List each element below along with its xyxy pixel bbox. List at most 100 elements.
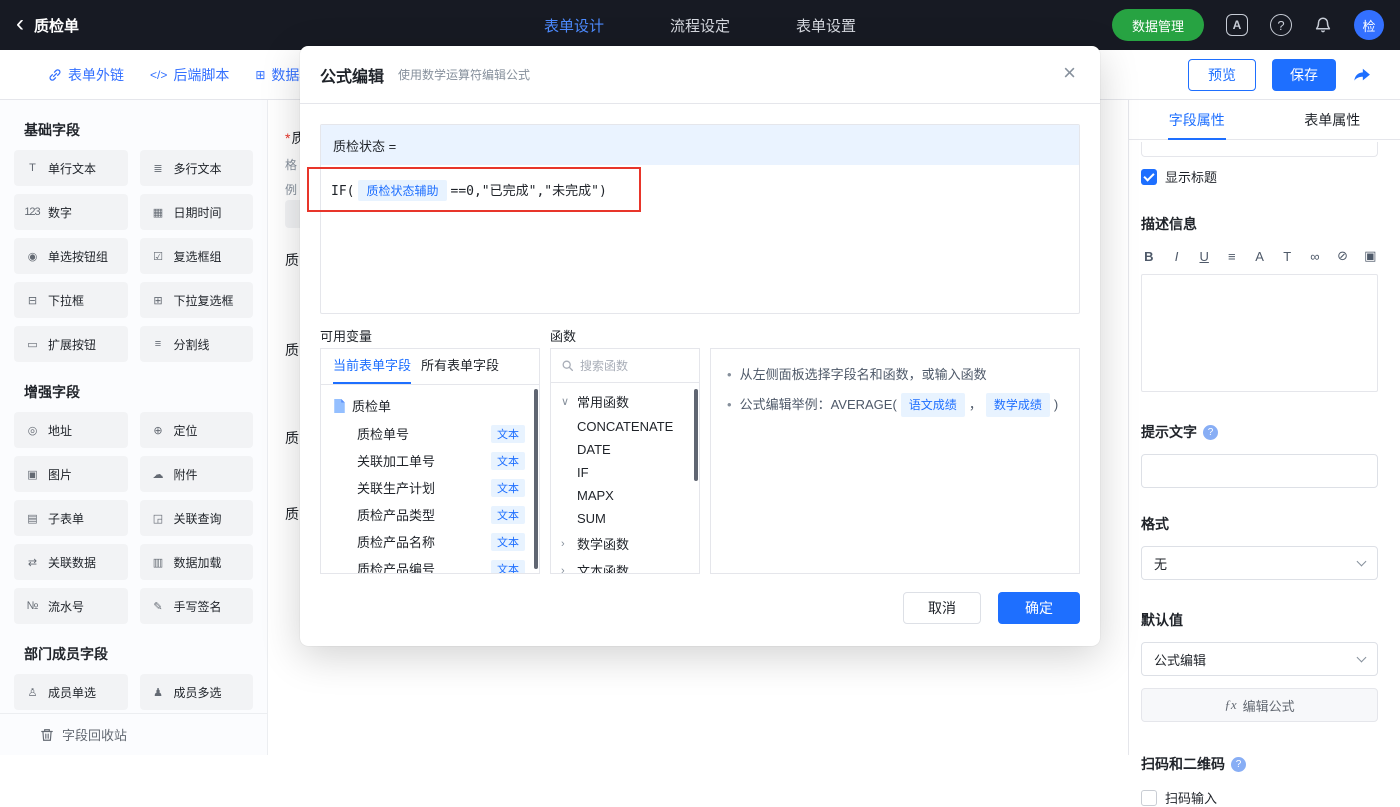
confirm-button[interactable]: 确定 bbox=[998, 592, 1080, 624]
function-search-input[interactable] bbox=[580, 359, 689, 373]
basic-fields-grid: T单行文本 ≣多行文本 123数字 ▦日期时间 ◉单选按钮组 ☑复选框组 ⊟下拉… bbox=[14, 150, 253, 362]
save-button[interactable]: 保存 bbox=[1272, 59, 1336, 91]
field-chip-divider[interactable]: ≡分割线 bbox=[140, 326, 254, 362]
field-chip-dropdown-multi[interactable]: ⊞下拉复选框 bbox=[140, 282, 254, 318]
field-chip-geolocation[interactable]: ⊕定位 bbox=[140, 412, 254, 448]
share-icon[interactable] bbox=[1352, 65, 1372, 85]
data-manage-button[interactable]: 数据管理 bbox=[1112, 9, 1204, 41]
tab-form-properties[interactable]: 表单属性 bbox=[1265, 100, 1400, 139]
help-icon[interactable]: ? bbox=[1270, 14, 1292, 36]
field-type-badge: 文本 bbox=[491, 560, 525, 575]
bar-chart-icon: ▥ bbox=[148, 556, 168, 569]
unlink-icon[interactable]: ⊘ bbox=[1335, 248, 1351, 264]
close-icon[interactable]: × bbox=[1063, 62, 1076, 84]
function-group-common[interactable]: ∨常用函数 bbox=[551, 388, 699, 415]
variables-tree: 质检单 质检单号文本 关联加工单号文本 关联生产计划文本 质检产品类型文本 质检… bbox=[321, 385, 539, 574]
variable-field-row[interactable]: 质检产品名称文本 bbox=[321, 528, 539, 555]
bold-icon[interactable]: B bbox=[1141, 249, 1157, 264]
function-item[interactable]: MAPX bbox=[551, 484, 699, 507]
formula-expression[interactable]: IF(质检状态辅助==0,"已完成","未完成") bbox=[321, 165, 1079, 216]
field-chip-related-query[interactable]: ◲关联查询 bbox=[140, 500, 254, 536]
people-icon: ♟ bbox=[148, 686, 168, 699]
question-icon[interactable]: ? bbox=[1231, 757, 1246, 772]
format-select[interactable]: 无 bbox=[1141, 546, 1378, 580]
field-chip-number[interactable]: 123数字 bbox=[14, 194, 128, 230]
field-chip-image[interactable]: ▣图片 bbox=[14, 456, 128, 492]
font-color-icon[interactable]: A bbox=[1252, 249, 1268, 264]
scan-input-row[interactable]: 扫码输入 bbox=[1141, 788, 1378, 807]
field-chip-signature[interactable]: ✎手写签名 bbox=[140, 588, 254, 624]
field-chip-member-single[interactable]: ♙成员单选 bbox=[14, 674, 128, 710]
formula-edit-modal: 公式编辑 使用数学运算符编辑公式 × 质检状态 = IF(质检状态辅助==0,"… bbox=[300, 46, 1100, 646]
language-icon[interactable]: A bbox=[1226, 14, 1248, 36]
variable-field-row[interactable]: 质检产品类型文本 bbox=[321, 501, 539, 528]
backend-script-link[interactable]: </> 后端脚本 bbox=[150, 65, 229, 85]
function-group-text[interactable]: ›文本函数 bbox=[551, 557, 699, 574]
function-group-math[interactable]: ›数学函数 bbox=[551, 530, 699, 557]
tab-flow-settings[interactable]: 流程设定 bbox=[670, 15, 730, 36]
variable-field-row[interactable]: 质检单号文本 bbox=[321, 420, 539, 447]
field-chip-single-line-text[interactable]: T单行文本 bbox=[14, 150, 128, 186]
edit-formula-button[interactable]: ƒx 编辑公式 bbox=[1141, 688, 1378, 722]
tab-field-properties[interactable]: 字段属性 bbox=[1129, 100, 1265, 139]
field-chip-serial-number[interactable]: №流水号 bbox=[14, 588, 128, 624]
variable-field-row[interactable]: 关联加工单号文本 bbox=[321, 447, 539, 474]
show-title-row[interactable]: 显示标题 bbox=[1141, 167, 1378, 186]
field-chip-checkbox-group[interactable]: ☑复选框组 bbox=[140, 238, 254, 274]
description-label: 描述信息 bbox=[1141, 214, 1378, 234]
form-node[interactable]: 质检单 bbox=[321, 391, 539, 420]
cancel-button[interactable]: 取消 bbox=[903, 592, 981, 624]
pen-icon: ✎ bbox=[148, 600, 168, 613]
function-item[interactable]: IF bbox=[551, 461, 699, 484]
tab-form-settings[interactable]: 表单设置 bbox=[796, 15, 856, 36]
field-chip-member-multi[interactable]: ♟成员多选 bbox=[140, 674, 254, 710]
modal-title: 公式编辑 bbox=[320, 63, 384, 87]
field-recycle-bin[interactable]: 字段回收站 bbox=[0, 713, 267, 755]
question-icon[interactable]: ? bbox=[1203, 425, 1218, 440]
field-chip-dropdown[interactable]: ⊟下拉框 bbox=[14, 282, 128, 318]
function-item[interactable]: SUM bbox=[551, 507, 699, 530]
underline-icon[interactable]: U bbox=[1196, 249, 1212, 264]
default-value: 公式编辑 bbox=[1154, 650, 1206, 669]
field-chip-datetime[interactable]: ▦日期时间 bbox=[140, 194, 254, 230]
field-chip-data-load[interactable]: ▥数据加载 bbox=[140, 544, 254, 580]
back-icon[interactable]: ‹ bbox=[16, 12, 24, 36]
bullet-icon: • bbox=[727, 367, 732, 382]
hint-text-input[interactable] bbox=[1141, 454, 1378, 488]
field-chip-attachment[interactable]: ☁附件 bbox=[140, 456, 254, 492]
formula-help-panel: •从左侧面板选择字段名和函数，或输入函数 •公式编辑举例：AVERAGE(语文成… bbox=[710, 348, 1080, 574]
tab-all-form-fields[interactable]: 所有表单字段 bbox=[421, 349, 499, 384]
font-size-icon[interactable]: T bbox=[1279, 249, 1295, 264]
tab-form-design[interactable]: 表单设计 bbox=[544, 15, 604, 36]
form-external-link[interactable]: 表单外链 bbox=[48, 65, 124, 85]
field-chip-multi-line-text[interactable]: ≣多行文本 bbox=[140, 150, 254, 186]
variable-field-row[interactable]: 质检产品编号文本 bbox=[321, 555, 539, 574]
bell-icon[interactable] bbox=[1314, 16, 1332, 34]
italic-icon[interactable]: I bbox=[1169, 249, 1185, 264]
tab-current-form-fields[interactable]: 当前表单字段 bbox=[333, 349, 411, 384]
function-item[interactable]: DATE bbox=[551, 438, 699, 461]
scan-input-checkbox[interactable] bbox=[1141, 790, 1157, 806]
field-chip-radio-group[interactable]: ◉单选按钮组 bbox=[14, 238, 128, 274]
field-chip-address[interactable]: ◎地址 bbox=[14, 412, 128, 448]
variable-field-row[interactable]: 关联生产计划文本 bbox=[321, 474, 539, 501]
field-chip-extend-button[interactable]: ▭扩展按钮 bbox=[14, 326, 128, 362]
function-item[interactable]: CONCATENATE bbox=[551, 415, 699, 438]
preview-button[interactable]: 预览 bbox=[1188, 59, 1256, 91]
image-icon[interactable]: ▣ bbox=[1362, 248, 1378, 264]
button-icon: ▭ bbox=[22, 338, 42, 351]
align-icon[interactable]: ≡ bbox=[1224, 249, 1240, 264]
field-chip-subform[interactable]: ▤子表单 bbox=[14, 500, 128, 536]
show-title-checkbox[interactable] bbox=[1141, 169, 1157, 185]
avatar[interactable]: 检 bbox=[1354, 10, 1384, 40]
scrollbar[interactable] bbox=[534, 389, 538, 569]
formula-variable-chip[interactable]: 质检状态辅助 bbox=[358, 180, 446, 201]
formula-editor[interactable]: 质检状态 = IF(质检状态辅助==0,"已完成","未完成") bbox=[320, 124, 1080, 314]
scrollbar[interactable] bbox=[694, 389, 698, 481]
field-chip-related-data[interactable]: ⇄关联数据 bbox=[14, 544, 128, 580]
default-value-select[interactable]: 公式编辑 bbox=[1141, 642, 1378, 676]
link-icon[interactable]: ∞ bbox=[1307, 249, 1323, 264]
description-editor[interactable] bbox=[1141, 274, 1378, 392]
function-search[interactable] bbox=[551, 349, 699, 383]
canvas-field-label-fragment: 质 bbox=[285, 250, 299, 270]
